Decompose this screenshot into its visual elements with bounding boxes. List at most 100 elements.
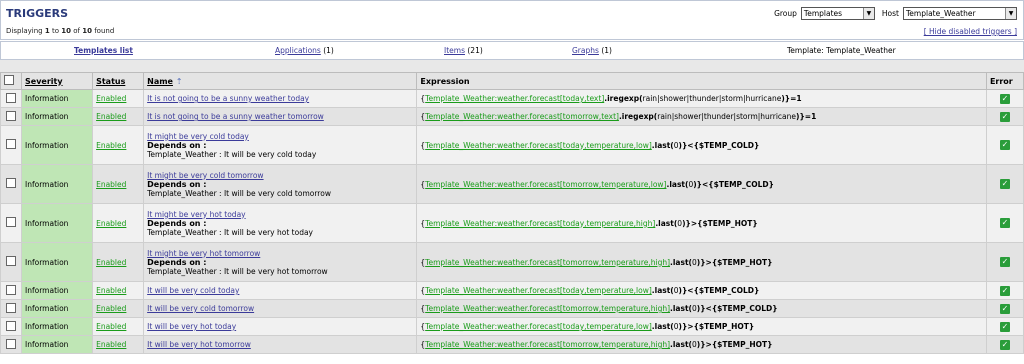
error-cell: ✓ bbox=[985, 299, 1024, 318]
trigger-name-link[interactable]: It will be very hot tomorrow bbox=[147, 340, 251, 349]
page-title: TRIGGERS bbox=[6, 7, 69, 20]
displaying-count: Displaying 1 to 10 of 10 found bbox=[6, 27, 115, 35]
table-row: Information Enabled It might be very cold … bbox=[0, 125, 1024, 165]
items-link[interactable]: Items bbox=[444, 46, 465, 55]
expression-item-link[interactable]: Template_Weather:weather.forecast[today,… bbox=[425, 322, 652, 331]
expression-cell: {Template_Weather:weather.forecast[today… bbox=[416, 317, 987, 336]
status-cell: Enabled bbox=[92, 299, 145, 318]
name-header[interactable]: Name ⇡ bbox=[143, 72, 418, 90]
row-checkbox-cell bbox=[0, 317, 23, 336]
group-select[interactable]: Templates ▼ bbox=[800, 7, 875, 20]
graphs-link[interactable]: Graphs bbox=[572, 46, 599, 55]
spacer bbox=[0, 60, 1024, 72]
row-checkbox-cell bbox=[0, 203, 23, 243]
expression-cell: {Template_Weather:weather.forecast[tomor… bbox=[416, 299, 987, 318]
check-icon: ✓ bbox=[999, 257, 1010, 267]
status-toggle-link[interactable]: Enabled bbox=[96, 340, 126, 349]
row-checkbox[interactable] bbox=[6, 110, 16, 121]
row-checkbox-cell bbox=[0, 281, 23, 300]
status-toggle-link[interactable]: Enabled bbox=[96, 219, 126, 228]
trigger-name-link[interactable]: It is not going to be a sunny weather to… bbox=[147, 94, 309, 103]
trigger-name-link[interactable]: It might be very hot tomorrow bbox=[147, 249, 260, 258]
severity-cell: Information bbox=[21, 242, 94, 282]
status-header[interactable]: Status bbox=[92, 72, 145, 90]
expression-item-link[interactable]: Template_Weather:weather.forecast[tomorr… bbox=[425, 258, 670, 267]
trigger-name-link[interactable]: It is not going to be a sunny weather to… bbox=[147, 112, 324, 121]
row-checkbox[interactable] bbox=[6, 178, 16, 188]
row-checkbox[interactable] bbox=[6, 284, 16, 295]
row-checkbox-cell bbox=[0, 335, 23, 354]
status-toggle-link[interactable]: Enabled bbox=[96, 322, 126, 331]
row-checkbox-cell bbox=[0, 299, 23, 318]
severity-header[interactable]: Severity bbox=[21, 72, 94, 90]
applications-link[interactable]: Applications bbox=[275, 46, 321, 55]
triggers-table-body: Information Enabled It is not going to be … bbox=[0, 89, 1024, 354]
expression-item-link[interactable]: Template_Weather:weather.forecast[tomorr… bbox=[425, 304, 670, 313]
expression-cell: {Template_Weather:weather.forecast[today… bbox=[416, 89, 987, 108]
status-toggle-link[interactable]: Enabled bbox=[96, 141, 126, 150]
expression-item-link[interactable]: Template_Weather:weather.forecast[tomorr… bbox=[425, 112, 619, 121]
status-cell: Enabled bbox=[92, 203, 145, 243]
row-checkbox[interactable] bbox=[6, 302, 16, 313]
expression-cell: {Template_Weather:weather.forecast[tomor… bbox=[416, 335, 987, 354]
row-checkbox[interactable] bbox=[6, 256, 16, 266]
trigger-name-link[interactable]: It will be very cold today bbox=[147, 286, 239, 295]
table-row: Information Enabled It might be very cold … bbox=[0, 164, 1024, 204]
status-toggle-link[interactable]: Enabled bbox=[96, 180, 126, 189]
select-all-checkbox[interactable] bbox=[4, 75, 14, 85]
check-icon: ✓ bbox=[999, 179, 1010, 189]
status-toggle-link[interactable]: Enabled bbox=[96, 304, 126, 313]
status-toggle-link[interactable]: Enabled bbox=[96, 94, 126, 103]
expression-cell: {Template_Weather:weather.forecast[today… bbox=[416, 203, 987, 243]
row-checkbox[interactable] bbox=[6, 217, 16, 227]
expression-item-link[interactable]: Template_Weather:weather.forecast[tomorr… bbox=[425, 340, 670, 349]
table-row: Information Enabled It will be very cold t… bbox=[0, 281, 1024, 300]
severity-cell: Information bbox=[21, 281, 94, 300]
severity-cell: Information bbox=[21, 89, 94, 108]
expression-cell: {Template_Weather:weather.forecast[tomor… bbox=[416, 164, 987, 204]
expression-item-link[interactable]: Template_Weather:weather.forecast[today,… bbox=[425, 286, 652, 295]
severity-cell: Information bbox=[21, 164, 94, 204]
depends-label: Depends on : bbox=[147, 179, 207, 189]
trigger-name-link[interactable]: It might be very hot today bbox=[147, 210, 245, 219]
check-icon: ✓ bbox=[999, 93, 1010, 104]
table-row: Information Enabled It might be very hot t… bbox=[0, 203, 1024, 243]
row-checkbox[interactable] bbox=[6, 338, 16, 349]
error-cell: ✓ bbox=[985, 335, 1024, 354]
expression-item-link[interactable]: Template_Weather:weather.forecast[today,… bbox=[425, 219, 655, 228]
trigger-name-link[interactable]: It will be very cold tomorrow bbox=[147, 304, 254, 313]
name-cell: It might be very cold today Depends on :T… bbox=[143, 125, 418, 165]
status-toggle-link[interactable]: Enabled bbox=[96, 258, 126, 267]
table-row: Information Enabled It will be very hot to… bbox=[0, 335, 1024, 354]
status-cell: Enabled bbox=[92, 317, 145, 336]
expression-item-link[interactable]: Template_Weather:weather.forecast[tomorr… bbox=[425, 180, 666, 189]
error-cell: ✓ bbox=[985, 107, 1024, 126]
hide-disabled-link[interactable]: [ Hide disabled triggers ] bbox=[924, 27, 1017, 36]
chevron-down-icon: ▼ bbox=[1005, 8, 1016, 19]
status-toggle-link[interactable]: Enabled bbox=[96, 286, 126, 295]
expression-item-link[interactable]: Template_Weather:weather.forecast[today,… bbox=[425, 141, 652, 150]
row-checkbox-cell bbox=[0, 125, 23, 165]
depends-label: Depends on : bbox=[147, 140, 207, 150]
error-cell: ✓ bbox=[985, 317, 1024, 336]
trigger-name-link[interactable]: It will be very hot today bbox=[147, 322, 236, 331]
table-row: Information Enabled It is not going to be … bbox=[0, 89, 1024, 108]
name-cell: It will be very cold tomorrow bbox=[143, 299, 418, 318]
row-checkbox-cell bbox=[0, 242, 23, 282]
expression-item-link[interactable]: Template_Weather:weather.forecast[today,… bbox=[425, 94, 604, 103]
templates-list-link[interactable]: Templates list bbox=[74, 46, 133, 55]
name-cell: It is not going to be a sunny weather to… bbox=[143, 107, 418, 126]
expression-cell: {Template_Weather:weather.forecast[today… bbox=[416, 125, 987, 165]
status-cell: Enabled bbox=[92, 281, 145, 300]
error-cell: ✓ bbox=[985, 242, 1024, 282]
row-checkbox[interactable] bbox=[6, 92, 16, 103]
trigger-name-link[interactable]: It might be very cold tomorrow bbox=[147, 171, 263, 180]
trigger-name-link[interactable]: It might be very cold today bbox=[147, 132, 249, 141]
host-select[interactable]: Template_Weather ▼ bbox=[903, 7, 1017, 20]
row-checkbox[interactable] bbox=[6, 320, 16, 331]
sort-asc-icon: ⇡ bbox=[175, 76, 183, 86]
row-checkbox[interactable] bbox=[6, 139, 16, 149]
check-icon: ✓ bbox=[999, 303, 1010, 314]
check-icon: ✓ bbox=[999, 218, 1010, 228]
status-toggle-link[interactable]: Enabled bbox=[96, 112, 126, 121]
